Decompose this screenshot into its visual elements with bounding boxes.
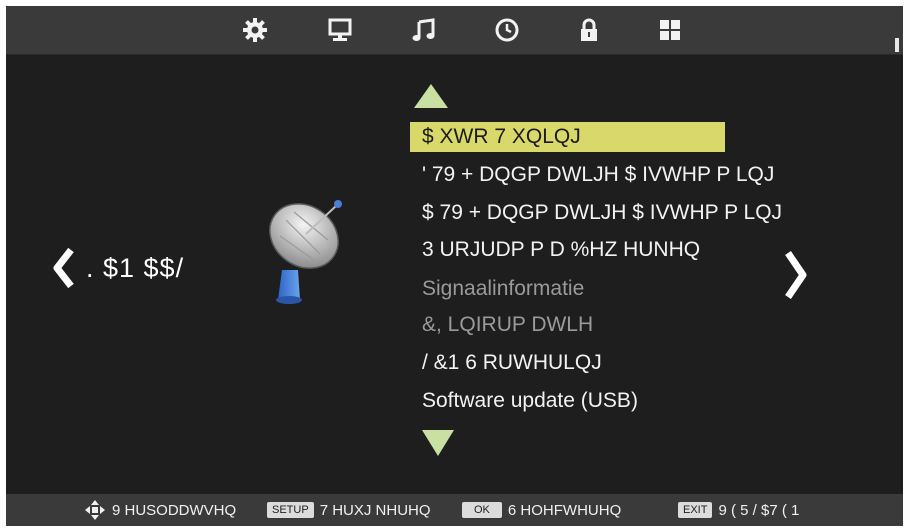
exit-key-badge: EXIT [678,502,713,518]
hint-setup: SETUP 7 HUXJ NHUHQ [267,494,431,526]
ok-key-badge: OK [462,502,502,518]
music-note-icon [412,18,435,41]
scroll-down-arrow-icon[interactable] [420,428,456,458]
tab-lock[interactable] [573,14,605,46]
menu-item-auto-tuning[interactable]: $ XWR 7 XQLQJ [410,122,725,152]
setup-key-badge: SETUP [267,502,314,518]
clock-icon [495,18,519,42]
tab-setup[interactable] [239,14,271,46]
hint-ok: OK 6 HOHFWHUHQ [462,494,621,526]
tab-time[interactable] [491,14,523,46]
corner-marker [895,38,899,52]
menu-item-dtv-manual-search[interactable]: ' 79 + DQGP DWLJH $ IVWHP P LQJ [410,160,774,190]
tv-menu-screen: . $1 $$/ $ XWR 7 XQLQJ ' 79 + DQGP DWLJH… [6,6,903,526]
hint-navigate-label: 9 HUSODDWVHQ [112,501,237,519]
tab-audio[interactable] [408,14,440,46]
lock-icon [581,18,597,41]
hint-navigate: 9 HUSODDWVHQ [84,494,236,526]
category-name: . $1 $$/ [86,252,185,283]
footer-hint-bar: 9 HUSODDWVHQ SETUP 7 HUXJ NHUHQ OK 6 HOH… [6,494,903,526]
grid-icon [660,20,680,40]
category-selector: . $1 $$/ [52,246,184,290]
menu-item-signal-information: Signaalinformatie [422,277,585,300]
tab-apps[interactable] [654,14,686,46]
chevron-right-icon[interactable] [784,249,808,301]
menu-item-ci-information: &, LQIRUP DWLH [422,313,594,336]
monitor-icon [328,18,352,41]
hint-exit: EXIT 9 ( 5 / $7 ( 1 [678,494,799,526]
four-way-arrow-icon [85,500,105,520]
scroll-up-arrow-icon[interactable] [412,82,450,110]
hint-setup-label: 7 HUXJ NHUHQ [319,501,431,519]
satellite-dish-icon [269,200,342,304]
menu-item-program-edit[interactable]: 3 URJUDP P D %HZ HUNHQ [410,235,700,265]
menu-item-lcn-sorting[interactable]: / &1 6 RUWHULQJ [410,348,602,378]
top-tab-bar [6,6,903,55]
menu-item-atv-manual-search[interactable]: $ 79 + DQGP DWLJH $ IVWHP P LQJ [410,198,782,228]
menu-item-software-update[interactable]: Software update (USB) [410,386,638,416]
chevron-left-icon[interactable] [52,246,74,290]
tab-display[interactable] [324,14,356,46]
hint-exit-label: 9 ( 5 / $7 ( 1 [718,501,800,519]
gear-icon [243,18,267,42]
hint-ok-label: 6 HOHFWHUHQ [507,501,622,519]
